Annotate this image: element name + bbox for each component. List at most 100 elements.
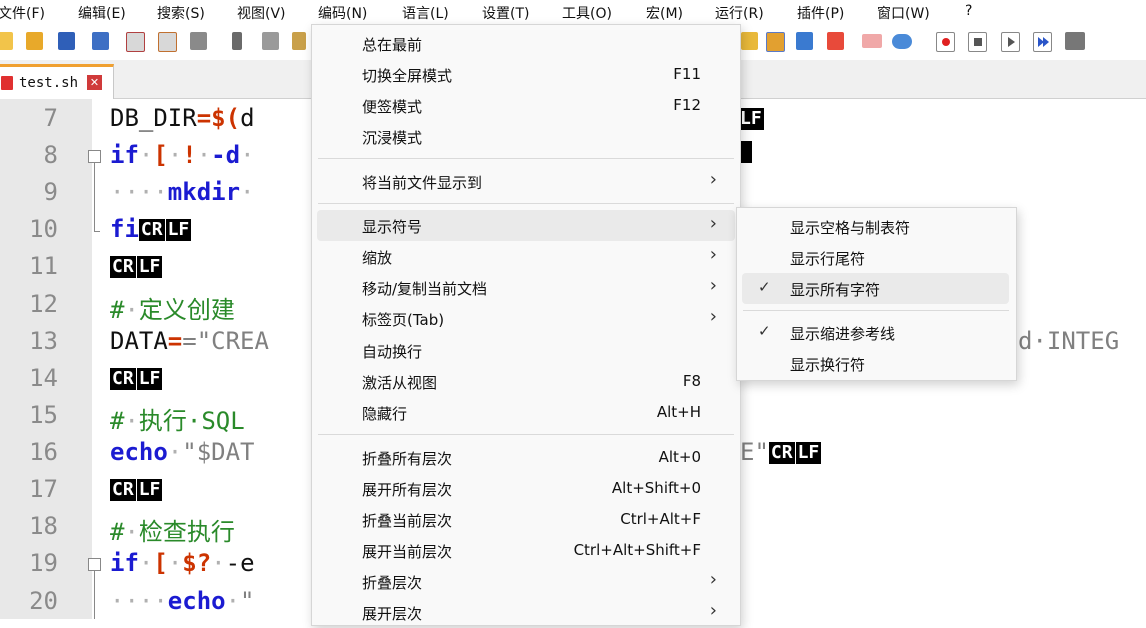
menu-item-unfold-level[interactable]: 展开层次 › [317, 597, 735, 628]
open-folder-icon[interactable] [26, 32, 43, 50]
cut-icon[interactable] [232, 32, 242, 50]
line-number: 7 [43, 104, 58, 132]
menu-tools[interactable]: 工具(O) [562, 3, 612, 23]
code-line-13-tail: d·INTEG [1018, 327, 1120, 355]
cr-marker: CR [138, 219, 165, 241]
lf-marker: LF [136, 479, 163, 501]
menu-search[interactable]: 搜索(S) [157, 3, 205, 23]
menu-item-postit-mode[interactable]: 便签模式 F12 [317, 90, 735, 121]
menu-item-focus-other-view[interactable]: 激活从视图 F8 [317, 366, 735, 397]
map-icon[interactable] [766, 32, 785, 52]
close-icon[interactable] [126, 32, 145, 52]
save-icon[interactable] [58, 32, 75, 50]
code-line-18: #·检查执行 [110, 518, 235, 546]
menu-item-tab[interactable]: 标签页(Tab) › [317, 303, 735, 334]
lf-marker: LF [165, 219, 192, 241]
folder-icon[interactable] [862, 34, 882, 48]
sync-icon[interactable] [741, 32, 758, 50]
chevron-right-icon: › [709, 169, 717, 190]
code-line-15: #·执行·SQL [110, 407, 245, 435]
play-multiple-icon[interactable] [1033, 32, 1052, 52]
menu-edit[interactable]: 编辑(E) [78, 3, 126, 23]
menu-macro[interactable]: 宏(M) [646, 3, 683, 23]
lf-marker: LF [738, 108, 764, 130]
play-macro-icon[interactable] [1001, 32, 1020, 52]
cr-marker: CR [110, 256, 136, 278]
menu-item-view-current-file-in[interactable]: 将当前文件显示到 › [317, 166, 735, 197]
cr-marker: CR [768, 442, 795, 464]
line-number: 14 [29, 364, 58, 392]
menu-encoding[interactable]: 编码(N) [318, 3, 367, 23]
submenu-item-show-all-characters[interactable]: ✓ 显示所有字符 [742, 273, 1009, 304]
fold-toggle-icon[interactable] [88, 150, 101, 163]
menu-window[interactable]: 窗口(W) [877, 3, 930, 23]
cr-marker: CR [110, 368, 136, 390]
menu-language[interactable]: 语言(L) [402, 3, 449, 23]
doc-icon[interactable] [796, 32, 813, 50]
code-line-13: DATA=="CREA [110, 327, 269, 355]
fold-line [94, 571, 95, 619]
menu-item-toggle-fullscreen[interactable]: 切换全屏模式 F11 [317, 59, 735, 90]
lf-marker: LF [136, 256, 163, 278]
code-line-8: if·[·!·-d· [110, 141, 255, 169]
menu-item-zoom[interactable]: 缩放 › [317, 241, 735, 272]
menu-item-unfold-all[interactable]: 展开所有层次 Alt+Shift+0 [317, 473, 735, 504]
menu-item-move-clone-document[interactable]: 移动/复制当前文档 › [317, 272, 735, 303]
code-line-9: ····mkdir· [110, 178, 255, 206]
save-all-icon[interactable] [92, 32, 109, 50]
fold-end [94, 231, 100, 232]
save-macro-icon[interactable] [1065, 32, 1085, 50]
code-line-16: echo·"$DAT [110, 438, 255, 466]
chevron-right-icon: › [709, 213, 717, 234]
cr-marker: CR [110, 479, 136, 501]
chevron-right-icon: › [709, 569, 717, 590]
new-file-icon[interactable] [0, 32, 13, 50]
record-macro-icon[interactable] [936, 32, 955, 52]
monitor-eye-icon[interactable] [892, 34, 912, 49]
submenu-item-show-end-of-line[interactable]: 显示行尾符 [742, 242, 1009, 273]
menu-item-always-on-top[interactable]: 总在最前 [317, 28, 735, 59]
submenu-item-show-indent-guide[interactable]: ✓ 显示缩进参考线 [742, 317, 1009, 348]
stop-macro-icon[interactable] [968, 32, 987, 52]
line-number: 9 [43, 178, 58, 206]
menu-item-show-symbol[interactable]: 显示符号 › [317, 210, 735, 241]
submenu-item-show-whitespace-tab[interactable]: 显示空格与制表符 [742, 211, 1009, 242]
line-number: 15 [29, 401, 58, 429]
line-number: 16 [29, 438, 58, 466]
line-number-gutter [0, 99, 92, 619]
menu-plugins[interactable]: 插件(P) [797, 3, 844, 23]
menu-help[interactable]: ? [965, 3, 972, 19]
menu-run[interactable]: 运行(R) [715, 3, 764, 23]
function-icon[interactable] [827, 32, 844, 50]
menu-item-distraction-free[interactable]: 沉浸模式 [317, 121, 735, 152]
submenu-item-show-wrap-symbol[interactable]: 显示换行符 [742, 348, 1009, 379]
close-tab-icon[interactable]: ✕ [87, 75, 102, 90]
code-line-10: fi CR LF [110, 215, 192, 243]
fold-toggle-icon[interactable] [88, 558, 101, 571]
code-line-14: CR LF [110, 364, 163, 392]
menu-item-word-wrap[interactable]: 自动换行 [317, 335, 735, 366]
line-number: 11 [29, 252, 58, 280]
menu-separator [318, 203, 734, 204]
menu-item-fold-all[interactable]: 折叠所有层次 Alt+0 [317, 442, 735, 473]
menu-item-unfold-current[interactable]: 展开当前层次 Ctrl+Alt+Shift+F [317, 535, 735, 566]
print-icon[interactable] [190, 32, 207, 50]
code-line-17: CR LF [110, 475, 163, 503]
chevron-right-icon: › [709, 306, 717, 327]
file-icon [1, 76, 13, 90]
code-line-19: if·[·$?·-e [110, 549, 255, 577]
menu-view[interactable]: 视图(V) [237, 3, 286, 23]
paste-icon[interactable] [292, 32, 306, 50]
menu-item-hide-lines[interactable]: 隐藏行 Alt+H [317, 397, 735, 428]
code-line-11: CR LF [110, 252, 163, 280]
copy-icon[interactable] [262, 32, 279, 50]
tab-test-sh[interactable]: test.sh ✕ [0, 64, 114, 100]
menu-settings[interactable]: 设置(T) [482, 3, 529, 23]
menu-item-fold-current[interactable]: 折叠当前层次 Ctrl+Alt+F [317, 504, 735, 535]
menu-item-fold-level[interactable]: 折叠层次 › [317, 566, 735, 597]
menu-file[interactable]: 文件(F) [0, 3, 45, 23]
close-all-icon[interactable] [158, 32, 177, 52]
checkmark-icon: ✓ [758, 322, 771, 340]
fold-line [94, 163, 95, 231]
line-number: 8 [43, 141, 58, 169]
